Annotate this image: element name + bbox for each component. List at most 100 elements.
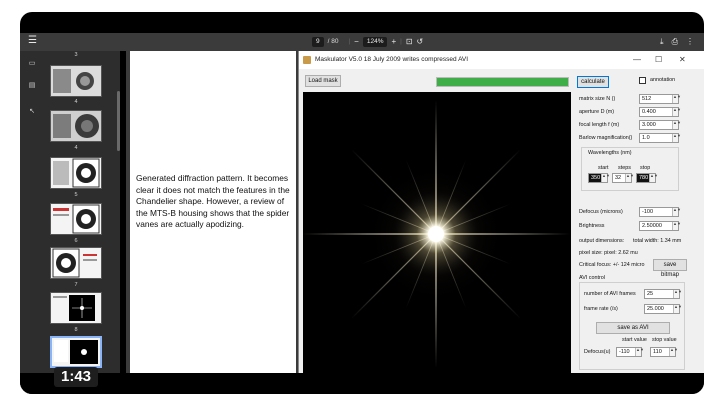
annotation-label: annotation xyxy=(650,77,676,83)
zoom-out-icon[interactable]: − xyxy=(354,37,359,47)
thumbnail-number: 7 xyxy=(74,282,78,288)
spinner-icon[interactable]: ▲▼ xyxy=(669,348,678,356)
defocus-input[interactable]: -100 ▲▼ xyxy=(639,207,681,217)
frame-rate-label: frame rate (/s) xyxy=(584,306,618,312)
thumbnail-number: 3 xyxy=(74,52,78,58)
start-value-label: start value xyxy=(622,337,647,343)
fit-page-icon[interactable]: ⊡ xyxy=(406,37,413,47)
thumbnail-number: 6 xyxy=(74,238,78,244)
toolbar-right: ⤓ ⎙ ⋮ xyxy=(660,37,694,47)
wavelength-stop-input[interactable]: 780 ▲▼ xyxy=(636,173,658,183)
annotation-checkbox[interactable] xyxy=(639,77,646,84)
avi-control-group: number of AVI frames 25 ▲▼ frame rate (/s… xyxy=(579,282,685,370)
cursor-icon: ↖ xyxy=(29,108,35,115)
pdf-toolbar: ☰ 9 / 80 | − 124% + | ⊡ ↺ ⤓ ⎙ ⋮ xyxy=(20,33,704,51)
spinner-icon[interactable]: ▲▼ xyxy=(635,348,644,356)
spinner-icon[interactable]: ▲▼ xyxy=(672,222,681,230)
spinner-icon[interactable]: ▲▼ xyxy=(672,95,681,103)
app-icon xyxy=(303,56,311,64)
thumbnail-number: 4 xyxy=(74,99,78,105)
matrix-size-input[interactable]: 512 ▲▼ xyxy=(639,94,681,104)
barlow-input[interactable]: 1.0 ▲▼ xyxy=(639,133,681,143)
thumbnails-icon[interactable]: ▭ xyxy=(26,59,38,67)
matrix-size-label: matrix size N () xyxy=(579,96,616,102)
wavelength-steps-input[interactable]: 32 ▲▼ xyxy=(612,173,634,183)
window-title: Maskulator V5.0 18 July 2009 writes comp… xyxy=(315,56,469,63)
barlow-label: Barlow magnification() xyxy=(579,135,633,141)
video-controls-bar xyxy=(20,373,704,394)
focal-length-input[interactable]: 3.000 ▲▼ xyxy=(639,120,681,130)
aperture-input[interactable]: 0.400 ▲▼ xyxy=(639,107,681,117)
defocus-start-input[interactable]: -110 ▲▼ xyxy=(616,347,644,357)
spinner-icon[interactable]: ▲▼ xyxy=(672,134,681,142)
wavelength-steps-label: steps xyxy=(618,165,631,171)
maskulator-window: Maskulator V5.0 18 July 2009 writes comp… xyxy=(298,51,704,373)
total-width-value: total width: 1.34 mm xyxy=(633,238,682,244)
spinner-icon[interactable]: ▲▼ xyxy=(673,305,682,313)
thumbnail-page-5[interactable] xyxy=(50,157,102,189)
maximize-icon[interactable]: ☐ xyxy=(655,51,662,69)
close-icon[interactable]: ✕ xyxy=(679,51,686,69)
progress-bar xyxy=(436,77,569,87)
page-navigation: 9 / 80 | − 124% + | ⊡ ↺ xyxy=(312,37,423,47)
page-number-input[interactable]: 9 xyxy=(312,37,324,47)
video-frame[interactable]: ☰ 9 / 80 | − 124% + | ⊡ ↺ ⤓ ⎙ ⋮ ▭ ▤ ↖ 3 xyxy=(20,12,704,394)
wavelengths-title: Wavelengths (nm) xyxy=(588,150,632,156)
more-options-icon[interactable]: ⋮ xyxy=(686,37,694,47)
zoom-level[interactable]: 124% xyxy=(362,37,388,47)
pdf-page: Generated diffraction pattern. It become… xyxy=(130,51,296,373)
thumbnail-page-4[interactable] xyxy=(50,110,102,142)
spinner-icon[interactable]: ▲▼ xyxy=(672,208,681,216)
download-icon[interactable]: ⤓ xyxy=(660,37,664,47)
brightness-label: Brightness xyxy=(579,223,605,229)
spinner-icon[interactable]: ▲▼ xyxy=(672,121,681,129)
spinner-icon[interactable]: ▲▼ xyxy=(673,290,682,298)
video-timestamp: 1:43 xyxy=(54,367,99,387)
output-dimensions-label: output dimensions: xyxy=(579,238,625,244)
page-total: / 80 xyxy=(327,38,339,45)
spinner-icon[interactable]: ▲▼ xyxy=(625,174,634,182)
avi-frames-label: number of AVI frames xyxy=(584,291,636,297)
focal-length-label: focal length f (m) xyxy=(579,122,620,128)
menu-icon[interactable]: ☰ xyxy=(28,36,37,46)
progress-fill xyxy=(437,78,568,86)
thumbnail-number: 8 xyxy=(74,327,78,333)
document-view: Generated diffraction pattern. It become… xyxy=(126,51,704,373)
thumbnail-page-8[interactable] xyxy=(50,292,102,324)
calculate-button[interactable]: calculate xyxy=(577,76,609,88)
avi-control-label: AVI control xyxy=(579,275,605,281)
defocus-u-label: Defocus(u) xyxy=(584,349,611,355)
minimize-icon[interactable]: — xyxy=(633,51,641,69)
defocus-stop-input[interactable]: 110 ▲▼ xyxy=(650,347,678,357)
thumbnail-sidebar: ▭ ▤ ↖ 3 4 4 5 6 7 8 xyxy=(20,51,120,394)
outline-icon[interactable]: ▤ xyxy=(26,81,38,89)
thumbnail-page-7[interactable] xyxy=(50,247,102,279)
window-title-bar: Maskulator V5.0 18 July 2009 writes comp… xyxy=(299,51,704,69)
spinner-icon[interactable]: ▲▼ xyxy=(672,108,681,116)
save-as-avi-button[interactable]: save as AVI xyxy=(596,322,670,334)
wavelength-stop-label: stop xyxy=(640,165,651,171)
aperture-label: aperture D (m) xyxy=(579,109,615,115)
wavelength-start-label: start xyxy=(598,165,609,171)
rotate-icon[interactable]: ↺ xyxy=(417,37,424,47)
sidebar-icons: ▭ ▤ ↖ xyxy=(26,59,38,129)
diffraction-image xyxy=(303,92,571,373)
wavelengths-group: Wavelengths (nm) start steps stop 350 ▲▼ … xyxy=(581,147,679,191)
thumbnail-page-3[interactable] xyxy=(50,65,102,97)
zoom-in-icon[interactable]: + xyxy=(391,37,396,47)
brightness-input[interactable]: 2.50000 ▲▼ xyxy=(639,221,681,231)
spinner-icon[interactable]: ▲▼ xyxy=(649,174,658,182)
print-icon[interactable]: ⎙ xyxy=(672,37,678,47)
spinner-icon[interactable]: ▲▼ xyxy=(601,174,610,182)
load-mask-button[interactable]: Load mask xyxy=(305,75,341,87)
sidebar-scroll-thumb[interactable] xyxy=(117,91,120,151)
save-bitmap-button[interactable]: save bitmap xyxy=(653,259,687,278)
stop-value-label: stop value xyxy=(652,337,677,343)
avi-frames-input[interactable]: 25 ▲▼ xyxy=(644,289,682,299)
thumbnail-page-9[interactable] xyxy=(50,336,102,368)
page-text: Generated diffraction pattern. It become… xyxy=(136,173,290,229)
frame-rate-input[interactable]: 25.000 ▲▼ xyxy=(644,304,682,314)
wavelength-start-input[interactable]: 350 ▲▼ xyxy=(588,173,610,183)
thumbnail-page-6[interactable] xyxy=(50,203,102,235)
thumbnail-number: 4 xyxy=(74,145,78,151)
